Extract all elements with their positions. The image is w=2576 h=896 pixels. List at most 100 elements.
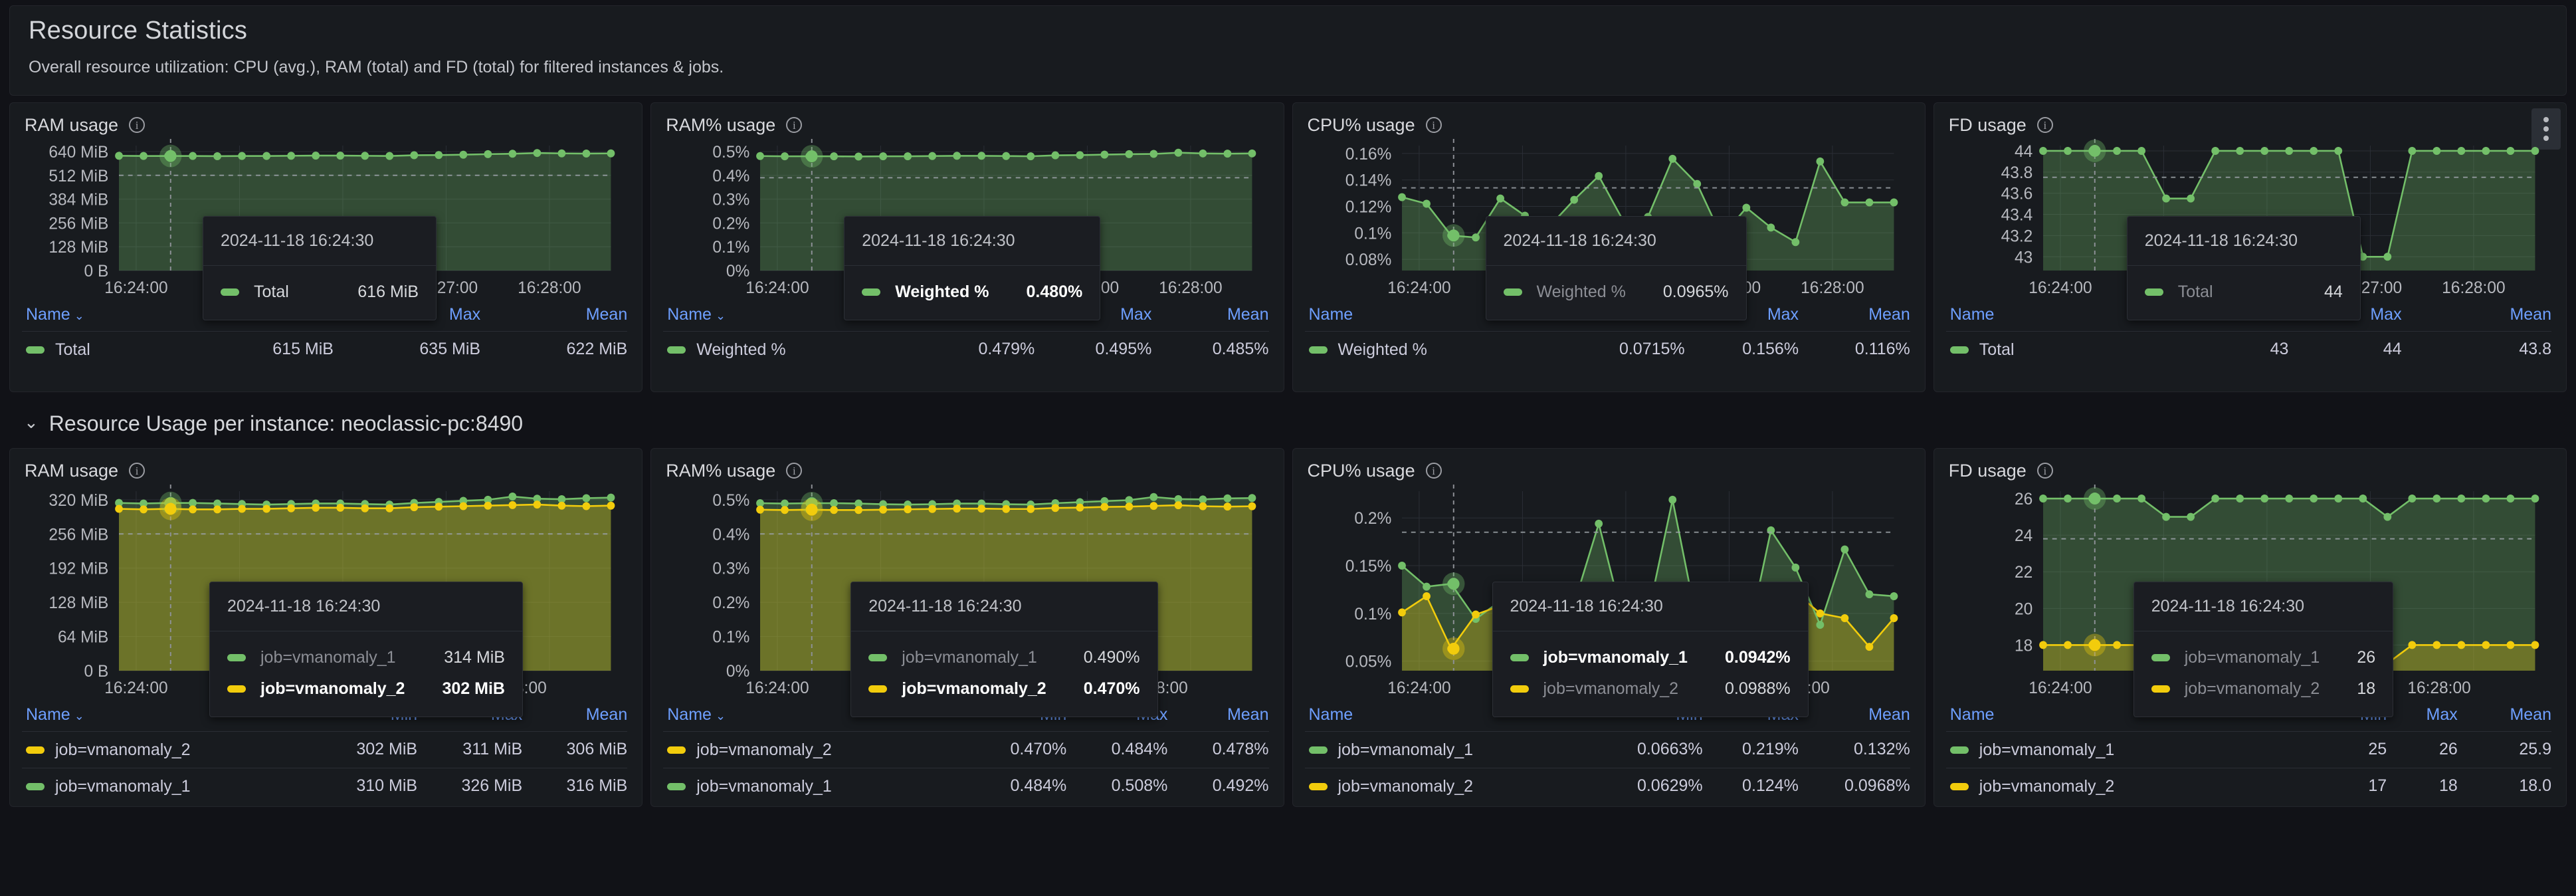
table-row[interactable]: job=vmanomaly_1 0.484% 0.508% 0.492%	[663, 767, 1269, 804]
sort-chevron-down-icon[interactable]: ⌄	[74, 309, 84, 322]
graph-area[interactable]: 0%0.1%0.2%0.3%0.4%0.5%16:24:0016:28:0020…	[651, 482, 1283, 717]
info-icon[interactable]: i	[129, 117, 146, 133]
table-row[interactable]: Weighted % 0.479% 0.495% 0.485%	[663, 330, 1269, 368]
info-icon[interactable]: i	[1425, 463, 1442, 479]
svg-text:128 MiB: 128 MiB	[49, 239, 108, 257]
panel-title[interactable]: RAM% usage	[666, 461, 775, 481]
legend-mean-value: 306 MiB	[522, 731, 628, 768]
tooltip-timestamp: 2024-11-18 16:24:30	[851, 582, 1157, 631]
graph-area[interactable]: 182022242616:24:0016:27:0016:28:002024-1…	[1934, 482, 2566, 717]
panel-title[interactable]: FD usage	[1949, 461, 2027, 481]
svg-text:16:24:00: 16:24:00	[1387, 279, 1450, 297]
panel-title[interactable]: RAM% usage	[666, 115, 775, 136]
info-icon[interactable]: i	[129, 463, 146, 479]
legend-header-name-label: Name	[26, 705, 70, 724]
panel-title[interactable]: FD usage	[1949, 115, 2027, 136]
tooltip-series-name: Total	[2177, 282, 2213, 301]
table-row[interactable]: Total 615 MiB 635 MiB 622 MiB	[22, 330, 628, 368]
legend-series-name-cell[interactable]: job=vmanomaly_2	[1304, 767, 1591, 804]
panel-r2c2: CPU% usage i 0.05%0.1%0.15%0.2%16:24:0016:…	[1292, 448, 1926, 807]
svg-text:256 MiB: 256 MiB	[49, 215, 108, 233]
sort-chevron-down-icon[interactable]: ⌄	[716, 309, 726, 322]
info-icon[interactable]: i	[2036, 117, 2053, 133]
legend-series-name-cell[interactable]: job=vmanomaly_2	[663, 731, 966, 768]
sort-chevron-down-icon[interactable]: ⌄	[74, 709, 84, 723]
chevron-down-icon[interactable]: ⌄	[24, 413, 39, 431]
series-color-swatch[interactable]	[667, 746, 686, 754]
info-icon[interactable]: i	[786, 117, 803, 133]
legend-series-name-cell[interactable]: Total	[22, 330, 187, 368]
tooltip-series-value: 0.490%	[1083, 648, 1140, 667]
svg-text:0.1%: 0.1%	[713, 239, 750, 257]
legend-mean-value: 18.0	[2457, 767, 2551, 804]
legend-header-mean[interactable]: Mean	[2402, 301, 2551, 332]
panel-title[interactable]: RAM usage	[25, 461, 118, 481]
legend-header-mean[interactable]: Mean	[522, 701, 628, 732]
tooltip-series-row: Weighted % 0.480%	[862, 277, 1082, 308]
table-row[interactable]: job=vmanomaly_2 17 18 18.0	[1945, 767, 2551, 804]
tooltip-series-row: job=vmanomaly_2 18	[2151, 673, 2375, 705]
table-row[interactable]: job=vmanomaly_2 0.470% 0.484% 0.478%	[663, 731, 1269, 768]
panel-title[interactable]: RAM usage	[25, 115, 118, 136]
series-color-swatch[interactable]	[667, 782, 686, 790]
legend-header-name[interactable]: Name ⌄	[22, 301, 187, 332]
graph-area[interactable]: 0 B 128 MiB 256 MiB 384 MiB 512 MiB 640 MiB 16…	[10, 136, 642, 320]
section-header-resource-usage-per-instance[interactable]: ⌄ Resource Usage per instance: neoclassi…	[9, 405, 2567, 441]
series-color-swatch[interactable]	[26, 782, 45, 790]
table-row[interactable]: job=vmanomaly_2 302 MiB 311 MiB 306 MiB	[22, 731, 628, 768]
legend-series-name-cell[interactable]: Weighted %	[1304, 330, 1553, 368]
chart-tooltip: 2024-11-18 16:24:30 job=vmanomaly_1 26 job=…	[2133, 582, 2394, 717]
series-color-swatch	[221, 288, 239, 296]
graph-area[interactable]: 0.08%0.1%0.12%0.14%0.16%16:24:0016:25:00…	[1293, 136, 1925, 320]
sort-chevron-down-icon[interactable]: ⌄	[716, 709, 726, 723]
panel-title[interactable]: CPU% usage	[1308, 115, 1415, 136]
legend-header-mean[interactable]: Mean	[1799, 301, 1910, 332]
legend-header-mean[interactable]: Mean	[1799, 701, 1910, 732]
table-row[interactable]: job=vmanomaly_2 0.0629% 0.124% 0.0968%	[1304, 767, 1910, 804]
series-color-swatch[interactable]	[667, 346, 686, 354]
series-color-swatch[interactable]	[1308, 346, 1328, 354]
series-color-swatch	[1510, 654, 1529, 661]
graph-area[interactable]: 0 B 64 MiB 128 MiB 192 MiB 256 MiB 320 MiB 16:…	[10, 482, 642, 717]
info-icon[interactable]: i	[1425, 117, 1442, 133]
chart-tooltip: 2024-11-18 16:24:30 job=vmanomaly_1 314 Mi…	[209, 582, 523, 717]
table-row[interactable]: job=vmanomaly_1 310 MiB 326 MiB 316 MiB	[22, 767, 628, 804]
series-color-swatch[interactable]	[1308, 746, 1328, 754]
legend-series-name-cell[interactable]: job=vmanomaly_2	[1945, 767, 2327, 804]
series-color-swatch[interactable]	[1949, 746, 1969, 754]
legend-min-value: 302 MiB	[312, 731, 418, 768]
tooltip-body: job=vmanomaly_1 314 MiB job=vmanomaly_2 302…	[210, 631, 522, 717]
series-color-swatch[interactable]	[1949, 782, 1969, 790]
graph-area[interactable]: 0.05%0.1%0.15%0.2%16:24:0016:28:002024-1…	[1293, 482, 1925, 717]
svg-text:24: 24	[2015, 527, 2033, 545]
table-row[interactable]: job=vmanomaly_1 25 26 25.9	[1945, 731, 2551, 768]
series-color-swatch[interactable]	[1949, 346, 1969, 354]
series-color-swatch[interactable]	[26, 346, 45, 354]
tooltip-series-name: job=vmanomaly_2	[1543, 679, 1679, 698]
legend-series-name-cell[interactable]: job=vmanomaly_1	[1304, 731, 1591, 768]
legend-series-name-cell[interactable]: job=vmanomaly_1	[22, 767, 313, 804]
graph-area[interactable]: 4343.243.443.643.84416:24:0016:25:0016:2…	[1934, 136, 2566, 320]
series-color-swatch[interactable]	[1308, 782, 1328, 790]
legend-series-name-cell[interactable]: Total	[1945, 330, 2193, 368]
legend-header-mean[interactable]: Mean	[2458, 701, 2551, 732]
graph-area[interactable]: 0%0.1%0.2%0.3%0.4%0.5%16:24:0016:25:0016…	[651, 136, 1283, 320]
legend-series-name-cell[interactable]: job=vmanomaly_1	[663, 767, 966, 804]
table-row[interactable]: Total 43 44 43.8	[1945, 330, 2551, 368]
panel-r1c3: FD usage i 43 43.2 43.4 43.6 43.8 44 16:24:00 16:…	[1933, 102, 2567, 392]
table-row[interactable]: Weighted % 0.0715% 0.156% 0.116%	[1304, 330, 1910, 368]
legend-mean-value: 0.116%	[1799, 330, 1910, 368]
panel-title[interactable]: CPU% usage	[1308, 461, 1415, 481]
legend-header-max[interactable]: Max	[2387, 701, 2458, 732]
svg-text:43.4: 43.4	[2001, 206, 2032, 224]
legend-series-name-cell[interactable]: job=vmanomaly_2	[22, 731, 313, 768]
info-icon[interactable]: i	[2036, 463, 2053, 479]
legend-header-mean[interactable]: Mean	[1167, 701, 1269, 732]
legend-header-mean[interactable]: Mean	[480, 301, 628, 332]
series-color-swatch[interactable]	[26, 746, 45, 754]
info-icon[interactable]: i	[786, 463, 803, 479]
legend-header-mean[interactable]: Mean	[1151, 301, 1269, 332]
legend-series-name-cell[interactable]: job=vmanomaly_1	[1945, 731, 2327, 768]
table-row[interactable]: job=vmanomaly_1 0.0663% 0.219% 0.132%	[1304, 731, 1910, 768]
legend-series-name-cell[interactable]: Weighted %	[663, 330, 918, 368]
